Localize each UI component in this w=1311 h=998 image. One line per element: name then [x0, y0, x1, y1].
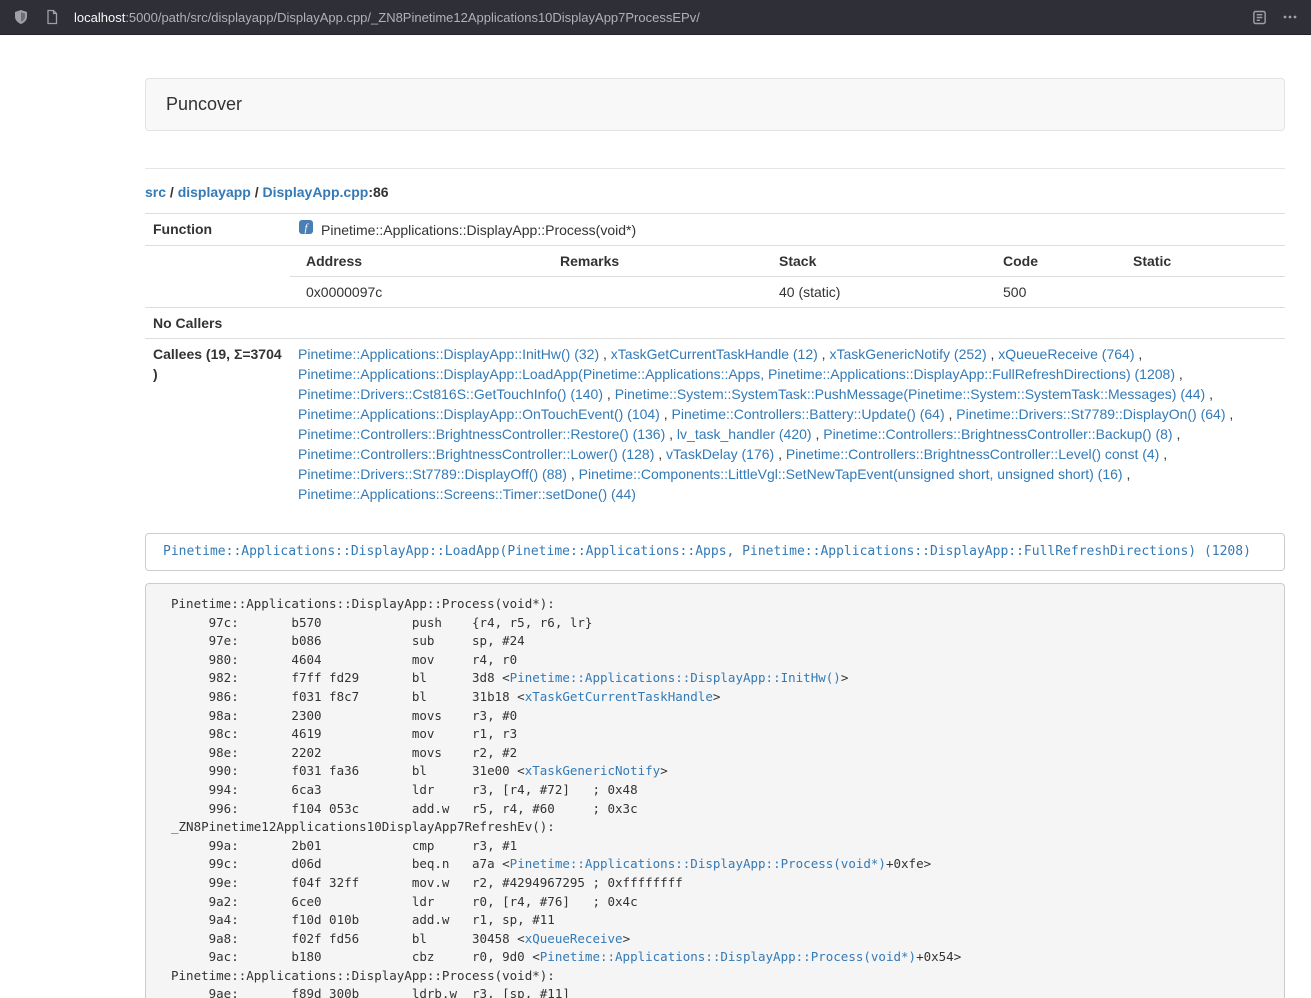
callee-link[interactable]: xTaskGenericNotify (252) — [829, 346, 986, 362]
overflow-menu-icon[interactable] — [1281, 8, 1299, 26]
stats-table: Address Remarks Stack Code Static 0x0000… — [290, 246, 1285, 307]
callee-link[interactable]: Pinetime::Controllers::BrightnessControl… — [823, 426, 1172, 442]
callee-link[interactable]: lv_task_handler (420) — [677, 426, 812, 442]
page-title: Puncover — [145, 78, 1285, 131]
function-row: Function f Pinetime::Applications::Displ… — [145, 214, 1285, 246]
cell-code: 500 — [987, 277, 1117, 308]
url-bar[interactable]: localhost:5000/path/src/displayapp/Displ… — [74, 10, 1238, 25]
callees-row: Callees (19, Σ=3704 ) Pinetime::Applicat… — [145, 339, 1285, 510]
callees-list: Pinetime::Applications::DisplayApp::Init… — [290, 339, 1285, 510]
assembly-symbol-link[interactable]: xTaskGenericNotify — [525, 763, 660, 778]
no-callers-row: No Callers — [145, 308, 1285, 339]
callee-link[interactable]: Pinetime::Controllers::BrightnessControl… — [298, 446, 654, 462]
url-host: localhost — [74, 10, 125, 25]
callee-link[interactable]: Pinetime::Applications::DisplayApp::OnTo… — [298, 406, 660, 422]
stats-data-row: 0x0000097c 40 (static) 500 — [290, 277, 1285, 308]
stats-row: Address Remarks Stack Code Static 0x0000… — [145, 246, 1285, 308]
column-header-code: Code — [987, 246, 1117, 277]
no-callers-label: No Callers — [145, 308, 290, 339]
cell-stack: 40 (static) — [763, 277, 987, 308]
browser-chrome: localhost:5000/path/src/displayapp/Displ… — [0, 0, 1311, 35]
callee-link[interactable]: Pinetime::Applications::DisplayApp::Load… — [298, 366, 1175, 382]
callee-link[interactable]: Pinetime::Drivers::Cst816S::GetTouchInfo… — [298, 386, 603, 402]
function-label: Function — [145, 214, 290, 246]
divider — [145, 168, 1285, 169]
column-header-remarks: Remarks — [544, 246, 763, 277]
breadcrumb-link[interactable]: DisplayApp.cpp — [263, 184, 369, 200]
callee-link[interactable]: Pinetime::Applications::DisplayApp::Init… — [298, 346, 599, 362]
assembly-symbol-link[interactable]: Pinetime::Applications::DisplayApp::Proc… — [540, 949, 916, 964]
cell-remarks — [544, 277, 763, 308]
callee-link[interactable]: Pinetime::Controllers::BrightnessControl… — [786, 446, 1159, 462]
callee-link[interactable]: Pinetime::Applications::Screens::Timer::… — [298, 486, 636, 502]
column-header-static: Static — [1117, 246, 1285, 277]
breadcrumb-link[interactable]: displayapp — [178, 184, 251, 200]
assembly-code: Pinetime::Applications::DisplayApp::Proc… — [145, 583, 1285, 998]
column-header-address: Address — [290, 246, 544, 277]
breadcrumb-link[interactable]: src — [145, 184, 166, 200]
callees-label: Callees (19, Σ=3704 ) — [145, 339, 290, 510]
column-header-stack: Stack — [763, 246, 987, 277]
shield-icon[interactable] — [12, 8, 30, 26]
function-name: Pinetime::Applications::DisplayApp::Proc… — [321, 220, 636, 240]
page-content: Puncover src / displayapp / DisplayApp.c… — [145, 35, 1285, 998]
assembly-symbol-link[interactable]: Pinetime::Applications::DisplayApp::Init… — [510, 670, 841, 685]
callee-link[interactable]: xQueueReceive (764) — [998, 346, 1134, 362]
cell-static — [1117, 277, 1285, 308]
selected-callee-box: Pinetime::Applications::DisplayApp::Load… — [145, 533, 1285, 571]
breadcrumb: src / displayapp / DisplayApp.cpp:86 — [145, 182, 1285, 202]
callee-link[interactable]: Pinetime::Components::LittleVgl::SetNewT… — [579, 466, 1123, 482]
callee-link[interactable]: vTaskDelay (176) — [666, 446, 774, 462]
callee-link[interactable]: Pinetime::Controllers::BrightnessControl… — [298, 426, 665, 442]
cell-address: 0x0000097c — [290, 277, 544, 308]
callee-link[interactable]: Pinetime::System::SystemTask::PushMessag… — [615, 386, 1206, 402]
assembly-symbol-link[interactable]: xQueueReceive — [525, 931, 623, 946]
callee-link[interactable]: Pinetime::Drivers::St7789::DisplayOn() (… — [956, 406, 1225, 422]
assembly-symbol-link[interactable]: xTaskGetCurrentTaskHandle — [525, 689, 713, 704]
function-table: Function f Pinetime::Applications::Displ… — [145, 213, 1285, 509]
callee-link[interactable]: Pinetime::Controllers::Battery::Update()… — [672, 406, 945, 422]
callee-link[interactable]: xTaskGetCurrentTaskHandle (12) — [611, 346, 818, 362]
selected-callee-link[interactable]: Pinetime::Applications::DisplayApp::Load… — [163, 544, 1251, 559]
page-icon[interactable] — [43, 8, 61, 26]
url-path: :5000/path/src/displayapp/DisplayApp.cpp… — [125, 10, 700, 25]
callee-link[interactable]: Pinetime::Drivers::St7789::DisplayOff() … — [298, 466, 567, 482]
function-icon: f — [298, 219, 314, 240]
reader-view-icon[interactable] — [1250, 8, 1268, 26]
assembly-symbol-link[interactable]: Pinetime::Applications::DisplayApp::Proc… — [510, 856, 886, 871]
